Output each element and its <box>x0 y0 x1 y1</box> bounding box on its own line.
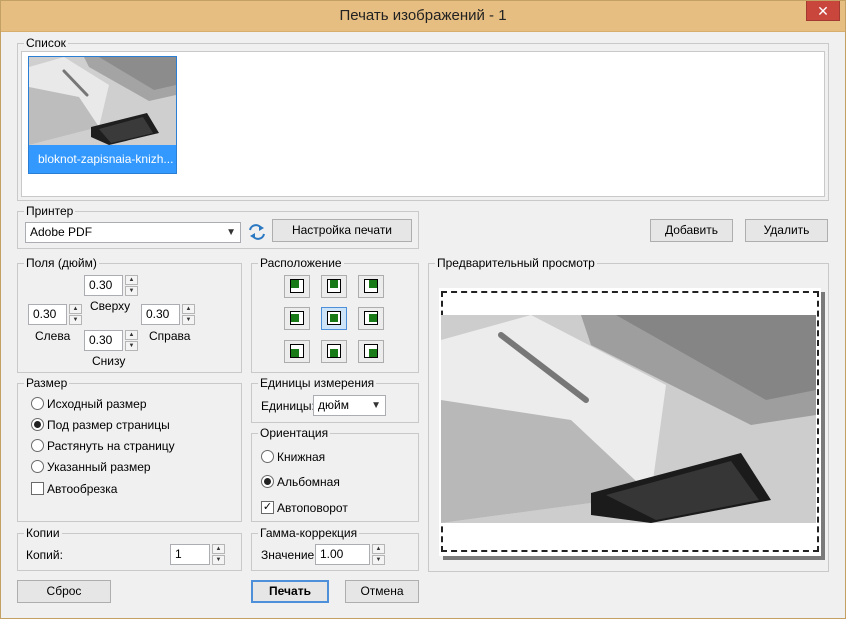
size-option-radio[interactable] <box>31 439 44 452</box>
placement-top-right[interactable] <box>358 275 384 298</box>
margin-top-label: Сверху <box>90 299 131 313</box>
units-group-label: Единицы измерения <box>258 376 377 390</box>
close-button[interactable]: ✕ <box>806 1 840 21</box>
margin-left-label: Слева <box>35 329 71 343</box>
preview-page <box>439 288 821 556</box>
placement-group: Расположение <box>251 256 419 373</box>
orientation-portrait-label[interactable]: Книжная <box>277 450 325 464</box>
gamma-spinner[interactable]: ▲ ▼ <box>372 544 385 565</box>
copies-group: Копии Копий: 1 ▲ ▼ <box>17 526 242 571</box>
preview-group-label: Предварительный просмотр <box>435 256 597 270</box>
placement-middle-left[interactable] <box>284 307 310 330</box>
size-option-label[interactable]: Растянуть на страницу <box>47 439 175 453</box>
autocrop-checkbox[interactable] <box>31 482 44 495</box>
list-item-label: bloknot-zapisnaia-knizh... <box>38 152 174 166</box>
placement-center[interactable] <box>321 307 347 330</box>
image-list[interactable]: bloknot-zapisnaia-knizh... <box>21 51 825 197</box>
print-dialog: Печать изображений - 1 ✕ Список bloknot-… <box>0 0 846 619</box>
placement-bottom-right[interactable] <box>358 340 384 363</box>
list-item[interactable]: bloknot-zapisnaia-knizh... <box>28 56 177 174</box>
copies-field-label: Копий: <box>26 548 63 562</box>
size-option-label[interactable]: Исходный размер <box>47 397 147 411</box>
size-group-label: Размер <box>24 376 70 390</box>
size-option-radio[interactable] <box>31 418 44 431</box>
margin-bottom-input[interactable]: 0.30 <box>84 330 123 351</box>
margin-top-input[interactable]: 0.30 <box>84 275 123 296</box>
reset-button[interactable]: Сброс <box>17 580 111 603</box>
list-item-thumbnail <box>29 57 176 145</box>
gamma-input[interactable]: 1.00 <box>315 544 370 565</box>
placement-group-label: Расположение <box>258 256 344 270</box>
autocrop-label[interactable]: Автообрезка <box>47 482 117 496</box>
autorotate-checkbox[interactable]: ✓ <box>261 501 274 514</box>
size-option-radio[interactable] <box>31 397 44 410</box>
orientation-group: Ориентация Книжная Альбомная ✓ Автоповор… <box>251 426 419 522</box>
margin-left-input[interactable]: 0.30 <box>28 304 67 325</box>
size-option-radio[interactable] <box>31 460 44 473</box>
units-select[interactable]: дюйм ▼ <box>313 395 386 416</box>
size-option-label[interactable]: Указанный размер <box>47 460 151 474</box>
copies-spinner[interactable]: ▲ ▼ <box>212 544 225 565</box>
units-group: Единицы измерения Единицы: дюйм ▼ <box>251 376 419 423</box>
orientation-landscape-label[interactable]: Альбомная <box>277 475 340 489</box>
orientation-group-label: Ориентация <box>258 426 331 440</box>
margin-right-input[interactable]: 0.30 <box>141 304 180 325</box>
printer-group: Принтер Adobe PDF ▼ Настройка печати <box>17 204 419 249</box>
margin-right-label: Справа <box>149 329 191 343</box>
chevron-down-icon: ▼ <box>226 227 236 238</box>
refresh-icon[interactable] <box>248 224 266 240</box>
list-group: Список bloknot-zapisnaia-knizh... <box>17 36 829 201</box>
margin-top-spinner[interactable]: ▲ ▼ <box>125 275 138 296</box>
remove-button[interactable]: Удалить <box>745 219 828 242</box>
cancel-button[interactable]: Отмена <box>345 580 419 603</box>
print-button[interactable]: Печать <box>251 580 329 603</box>
chevron-down-icon: ▼ <box>371 400 381 411</box>
print-setup-button[interactable]: Настройка печати <box>272 219 412 242</box>
printer-group-label: Принтер <box>24 204 76 218</box>
placement-middle-right[interactable] <box>358 307 384 330</box>
add-button[interactable]: Добавить <box>650 219 733 242</box>
copies-input[interactable]: 1 <box>170 544 210 565</box>
list-group-label: Список <box>24 36 68 50</box>
size-group: Размер Исходный размер Под размер страни… <box>17 376 242 522</box>
margins-group: Поля (дюйм) 0.30 ▲ ▼ Сверху 0.30 ▲ ▼ Слева… <box>17 256 242 373</box>
printer-select-value: Adobe PDF <box>30 225 93 239</box>
title-bar[interactable]: Печать изображений - 1 ✕ <box>1 1 845 32</box>
window-title: Печать изображений - 1 <box>339 7 507 24</box>
autorotate-label[interactable]: Автоповорот <box>277 501 348 515</box>
placement-bottom-center[interactable] <box>321 340 347 363</box>
units-field-label: Единицы: <box>261 399 315 413</box>
units-select-value: дюйм <box>318 398 349 412</box>
gamma-group: Гамма-коррекция Значение: 1.00 ▲ ▼ <box>251 526 419 571</box>
printer-select[interactable]: Adobe PDF ▼ <box>25 222 241 243</box>
margin-right-spinner[interactable]: ▲ ▼ <box>182 304 195 325</box>
orientation-landscape-radio[interactable] <box>261 475 274 488</box>
placement-top-center[interactable] <box>321 275 347 298</box>
margins-group-label: Поля (дюйм) <box>24 256 99 270</box>
margin-left-spinner[interactable]: ▲ ▼ <box>69 304 82 325</box>
orientation-portrait-radio[interactable] <box>261 450 274 463</box>
size-option-label[interactable]: Под размер страницы <box>47 418 170 432</box>
margin-bottom-label: Снизу <box>92 354 126 368</box>
copies-group-label: Копии <box>24 526 62 540</box>
placement-bottom-left[interactable] <box>284 340 310 363</box>
preview-group: Предварительный просмотр <box>428 256 829 572</box>
placement-top-left[interactable] <box>284 275 310 298</box>
gamma-group-label: Гамма-коррекция <box>258 526 360 540</box>
margin-bottom-spinner[interactable]: ▲ ▼ <box>125 330 138 351</box>
preview-image <box>441 315 816 523</box>
gamma-field-label: Значение: <box>261 548 318 562</box>
